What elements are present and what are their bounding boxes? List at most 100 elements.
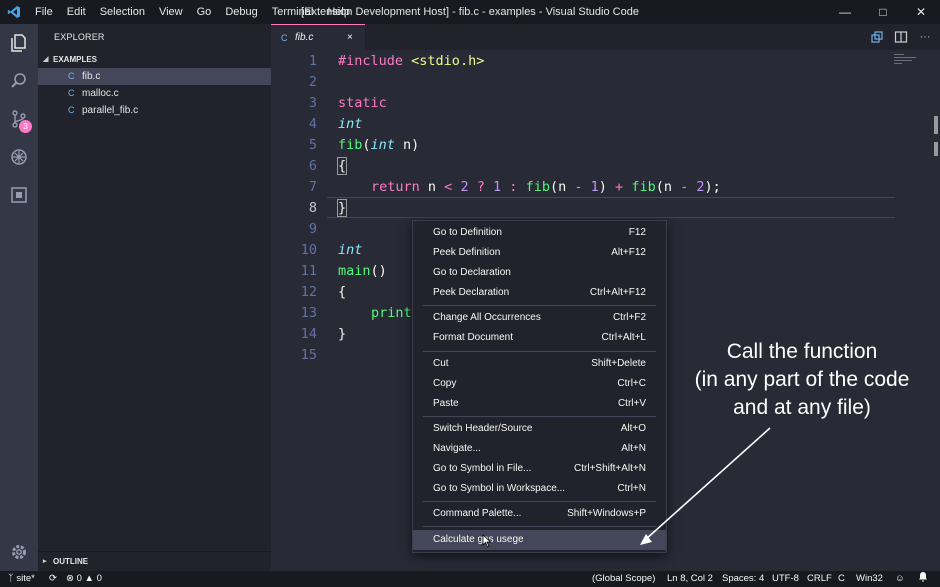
c-file-icon: C [281, 32, 288, 43]
debug-icon[interactable] [0, 138, 38, 176]
menu-separator [423, 305, 656, 306]
line-number: 15 [300, 347, 317, 363]
line-number: 12 [300, 284, 317, 300]
menu-item-calculate-gas-usage[interactable]: Calculate gas usege [413, 530, 666, 550]
scrollbar-marker [934, 142, 938, 156]
language-mode[interactable]: C [838, 571, 845, 587]
line-number: 8 [308, 200, 317, 216]
menu-separator [423, 416, 656, 417]
menu-item-switch-header-source[interactable]: Switch Header/Source Alt+O [413, 419, 666, 439]
branch-indicator[interactable]: ᛉ site* [8, 571, 35, 587]
menu-item-navigate[interactable]: Navigate... Alt+N [413, 439, 666, 459]
error-icon: ⊗ [66, 573, 74, 584]
file-name: fib.c [82, 71, 101, 82]
code-line-5: fib(int n) [338, 137, 420, 153]
code-line-10: int [338, 242, 363, 258]
code-line-13: print [371, 305, 412, 321]
open-changes-icon[interactable] [865, 24, 889, 50]
encoding-setting[interactable]: UTF-8 [772, 571, 799, 587]
tab-fib-c[interactable]: C fib.c × [271, 24, 365, 50]
menu-selection[interactable]: Selection [93, 0, 152, 24]
menu-separator [423, 526, 656, 527]
file-item-parallel-fib-c[interactable]: C parallel_fib.c [38, 102, 271, 119]
split-editor-icon[interactable] [889, 24, 913, 50]
c-file-icon: C [68, 105, 75, 115]
sidebar: EXPLORER ◢ EXAMPLES C fib.c C malloc.c C… [38, 24, 271, 571]
file-name: malloc.c [82, 88, 119, 99]
explorer-icon[interactable] [0, 24, 38, 62]
menu-bar: File Edit Selection View Go Debug Termin… [28, 0, 357, 24]
outline-section-header[interactable]: ▸ OUTLINE [38, 551, 271, 571]
line-number: 4 [308, 116, 317, 132]
mouse-pointer-icon [482, 534, 492, 548]
git-branch-icon: ᛉ [8, 573, 14, 584]
source-control-icon[interactable]: 3 [0, 100, 38, 138]
menu-item-command-palette[interactable]: Command Palette... Shift+Windows+P [413, 504, 666, 524]
menu-item-go-to-symbol-in-file[interactable]: Go to Symbol in File... Ctrl+Shift+Alt+N [413, 459, 666, 479]
maximize-icon[interactable]: □ [864, 0, 902, 24]
scope-indicator[interactable]: (Global Scope) [592, 571, 655, 587]
settings-gear-icon[interactable] [0, 537, 38, 567]
menu-separator [423, 351, 656, 352]
feedback-smiley-icon[interactable]: ☺ [895, 571, 905, 587]
extensions-icon[interactable] [0, 176, 38, 214]
indentation-setting[interactable]: Spaces: 4 [722, 571, 764, 587]
close-window-icon[interactable]: ✕ [902, 0, 940, 24]
menu-go[interactable]: Go [190, 0, 219, 24]
menu-file[interactable]: File [28, 0, 60, 24]
line-number: 5 [308, 137, 317, 153]
menu-separator [423, 501, 656, 502]
menu-item-paste[interactable]: Paste Ctrl+V [413, 394, 666, 414]
workspace-section-header[interactable]: ◢ EXAMPLES [38, 52, 271, 68]
scm-badge: 3 [19, 120, 32, 133]
workspace-section-label: EXAMPLES [53, 55, 98, 64]
file-name: parallel_fib.c [82, 105, 139, 116]
minimize-icon[interactable]: — [826, 0, 864, 24]
code-line-1: #include <stdio.h> [338, 53, 485, 69]
menu-edit[interactable]: Edit [60, 0, 93, 24]
menu-item-go-to-declaration[interactable]: Go to Declaration [413, 263, 666, 283]
menu-item-cut[interactable]: Cut Shift+Delete [413, 354, 666, 374]
menu-item-peek-definition[interactable]: Peek Definition Alt+F12 [413, 243, 666, 263]
file-item-fib-c[interactable]: C fib.c [38, 68, 271, 85]
minimap[interactable] [894, 54, 920, 68]
more-actions-icon[interactable]: ··· [913, 24, 937, 50]
code-line-11: main() [338, 263, 387, 279]
menu-view[interactable]: View [152, 0, 190, 24]
scrollbar-marker [934, 116, 938, 134]
cursor-position[interactable]: Ln 8, Col 2 [667, 571, 713, 587]
menu-item-go-to-symbol-in-workspace[interactable]: Go to Symbol in Workspace... Ctrl+N [413, 479, 666, 499]
c-file-icon: C [68, 88, 75, 98]
code-line-3: static [338, 95, 387, 111]
menu-item-peek-declaration[interactable]: Peek Declaration Ctrl+Alt+F12 [413, 283, 666, 303]
close-tab-icon[interactable]: × [347, 32, 365, 43]
line-number: 9 [308, 221, 317, 237]
menu-help[interactable]: Help [320, 0, 357, 24]
search-icon[interactable] [0, 62, 38, 100]
menu-item-format-document[interactable]: Format Document Ctrl+Alt+L [413, 328, 666, 348]
menu-debug[interactable]: Debug [218, 0, 264, 24]
menu-item-change-all-occurrences[interactable]: Change All Occurrences Ctrl+F2 [413, 308, 666, 328]
code-line-14: } [338, 326, 347, 342]
window-controls: — □ ✕ [826, 0, 940, 24]
notifications-bell-icon[interactable] [918, 571, 928, 587]
status-bar: ᛉ site* ⟳ ⊗ 0 ▲ 0 (Global Scope) Ln 8, C… [0, 571, 940, 587]
file-item-malloc-c[interactable]: C malloc.c [38, 85, 271, 102]
line-number: 2 [308, 74, 317, 90]
tab-label: fib.c [295, 32, 314, 43]
code-line-7: return n < 2 ? 1 : fib(n - 1) + fib(n - … [371, 179, 721, 195]
context-menu: Go to Definition F12 Peek Definition Alt+F… [412, 220, 667, 553]
code-line-8: } [336, 199, 348, 217]
problems-indicator[interactable]: ⊗ 0 ▲ 0 [66, 571, 102, 587]
code-line-4: int [338, 116, 363, 132]
menu-item-go-to-definition[interactable]: Go to Definition F12 [413, 223, 666, 243]
menu-item-copy[interactable]: Copy Ctrl+C [413, 374, 666, 394]
warning-icon: ▲ [84, 573, 94, 584]
sync-icon[interactable]: ⟳ [49, 571, 57, 587]
activity-bar: 3 [0, 24, 38, 571]
platform-indicator[interactable]: Win32 [856, 571, 883, 587]
menu-terminal[interactable]: Terminal [265, 0, 321, 24]
line-ending-setting[interactable]: CRLF [807, 571, 832, 587]
c-file-icon: C [68, 71, 75, 81]
chevron-right-icon: ▸ [43, 557, 47, 565]
